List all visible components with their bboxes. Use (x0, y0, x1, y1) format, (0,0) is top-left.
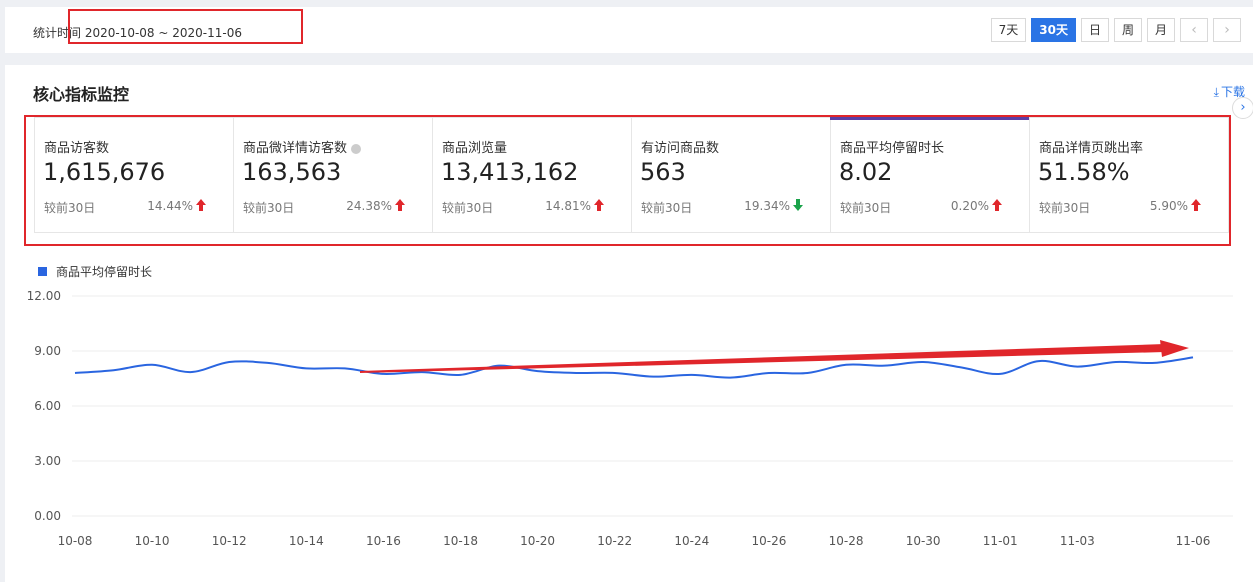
x-tick-label: 11-06 (1176, 534, 1211, 548)
x-tick-label: 10-28 (829, 534, 864, 548)
line-chart: 0.003.006.009.0012.00 10-08 10-10 10-12 10-… (27, 289, 1233, 548)
trend-arrow-shaft (360, 344, 1165, 373)
x-tick-label: 10-30 (906, 534, 941, 548)
series-line (74, 356, 1194, 379)
trend-arrow-annotation (360, 340, 1189, 373)
chart-grid (72, 295, 1233, 517)
x-tick-label: 11-01 (983, 534, 1018, 548)
x-tick-label: 10-26 (751, 534, 786, 548)
y-tick-label: 12.00 (27, 289, 61, 303)
y-tick-label: 6.00 (34, 399, 61, 413)
x-tick-label: 11-03 (1060, 534, 1095, 548)
x-tick-label: 10-14 (289, 534, 324, 548)
x-tick-label: 10-10 (135, 534, 170, 548)
x-tick-label: 10-12 (212, 534, 247, 548)
x-axis-labels: 10-08 10-10 10-12 10-14 10-16 10-18 10-20 10-22… (58, 534, 1211, 548)
x-tick-label: 10-16 (366, 534, 401, 548)
y-axis-labels: 0.00 3.00 6.00 9.00 12.00 (27, 289, 61, 523)
trend-arrow-head (1160, 340, 1189, 357)
x-tick-label: 10-18 (443, 534, 478, 548)
y-tick-label: 3.00 (34, 454, 61, 468)
x-tick-label: 10-22 (597, 534, 632, 548)
x-tick-label: 10-24 (674, 534, 709, 548)
x-tick-label: 10-20 (520, 534, 555, 548)
y-tick-label: 0.00 (34, 509, 61, 523)
x-tick-label: 10-08 (58, 534, 93, 548)
y-tick-label: 9.00 (34, 344, 61, 358)
